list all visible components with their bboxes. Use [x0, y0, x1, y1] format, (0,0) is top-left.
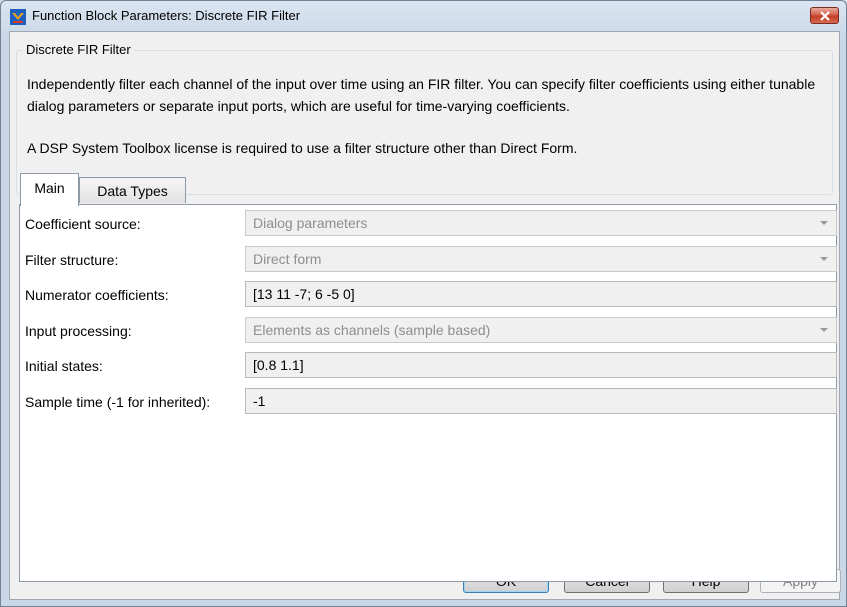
close-icon — [820, 11, 830, 21]
initial-states-label: Initial states: — [25, 358, 103, 374]
tab-main[interactable]: Main — [20, 173, 79, 206]
title-bar[interactable]: Function Block Parameters: Discrete FIR … — [1, 1, 846, 31]
chevron-down-icon — [820, 257, 828, 261]
license-note: A DSP System Toolbox license is required… — [27, 140, 578, 156]
block-description: Independently filter each channel of the… — [27, 73, 827, 159]
close-button[interactable] — [810, 7, 839, 24]
param-row-coefficient-source: Coefficient source: Dialog parameters — [20, 210, 837, 238]
filter-structure-label: Filter structure: — [25, 252, 119, 268]
dialog-window: Function Block Parameters: Discrete FIR … — [0, 0, 847, 607]
sample-time-input[interactable]: -1 — [245, 388, 837, 414]
main-tab-panel: Coefficient source: Dialog parameters Fi… — [19, 204, 837, 582]
param-row-input-processing: Input processing: Elements as channels (… — [20, 317, 837, 345]
filter-structure-dropdown[interactable]: Direct form — [245, 246, 837, 272]
initial-states-input[interactable]: [0.8 1.1] — [245, 352, 837, 378]
coefficient-source-label: Coefficient source: — [25, 216, 141, 232]
dialog-client-area: Discrete FIR Filter Independently filter… — [9, 31, 840, 600]
description-text: Independently filter each channel of the… — [27, 76, 816, 114]
input-processing-dropdown[interactable]: Elements as channels (sample based) — [245, 317, 837, 343]
param-row-filter-structure: Filter structure: Direct form — [20, 246, 837, 274]
filter-structure-value: Direct form — [253, 251, 322, 267]
simulink-block-icon — [10, 9, 26, 25]
tab-data-types[interactable]: Data Types — [79, 177, 186, 203]
coefficient-source-value: Dialog parameters — [253, 215, 368, 231]
param-row-numerator-coefficients: Numerator coefficients: [13 11 -7; 6 -5 … — [20, 281, 837, 309]
input-processing-value: Elements as channels (sample based) — [253, 322, 491, 338]
param-row-initial-states: Initial states: [0.8 1.1] — [20, 352, 837, 380]
input-processing-label: Input processing: — [25, 323, 132, 339]
numerator-coefficients-label: Numerator coefficients: — [25, 287, 169, 303]
param-row-sample-time: Sample time (-1 for inherited): -1 — [20, 388, 837, 416]
group-title: Discrete FIR Filter — [23, 42, 134, 57]
numerator-coefficients-input[interactable]: [13 11 -7; 6 -5 0] — [245, 281, 837, 307]
chevron-down-icon — [820, 221, 828, 225]
coefficient-source-dropdown[interactable]: Dialog parameters — [245, 210, 837, 236]
window-title: Function Block Parameters: Discrete FIR … — [32, 8, 301, 23]
sample-time-label: Sample time (-1 for inherited): — [25, 394, 211, 410]
chevron-down-icon — [820, 328, 828, 332]
